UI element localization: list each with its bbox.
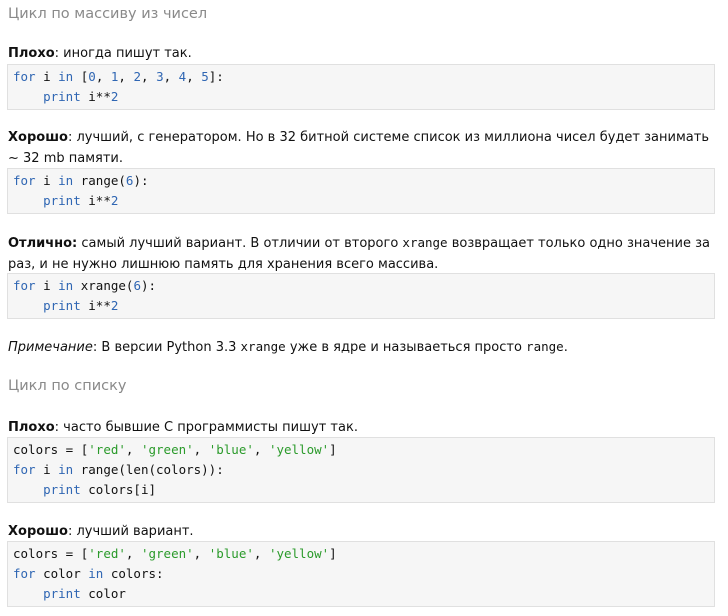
section-heading-number-loop: Цикл по массиву из чисел bbox=[8, 6, 208, 22]
code-block-3[interactable]: for i in xrange(6): print i**2 bbox=[7, 273, 715, 319]
paragraph-excellent: Отлично: самый лучший вариант. В отличии… bbox=[8, 235, 711, 272]
code-block-5[interactable]: colors = ['red', 'green', 'blue', 'yello… bbox=[7, 541, 715, 607]
paragraph-good-2: Хорошо: лучший вариант. bbox=[8, 521, 714, 542]
keyword: in bbox=[58, 173, 74, 188]
code-block-1[interactable]: for i in [0, 1, 2, 3, 4, 5]: print i**2 bbox=[7, 64, 715, 110]
inline-code: range bbox=[526, 339, 564, 354]
paragraph-text: : часто бывшие С программисты пишут так. bbox=[54, 420, 358, 435]
code-line: colors = ['red', 'green', 'blue', 'yello… bbox=[13, 442, 337, 457]
paragraph-note: Примечание: В версии Python 3.3 xrange у… bbox=[8, 339, 568, 355]
label-good: Хорошо bbox=[8, 524, 68, 539]
label-excellent: Отлично: bbox=[8, 236, 78, 251]
keyword: in bbox=[58, 69, 74, 84]
paragraph-text: : лучший, с генератором. Но в 32 битной … bbox=[8, 130, 709, 166]
keyword: for bbox=[13, 566, 36, 581]
paragraph-bad-1: Плохо: иногда пишут так. bbox=[8, 43, 714, 64]
inline-code: xrange bbox=[402, 235, 448, 250]
code-line: print i**2 bbox=[43, 298, 119, 313]
code-block-2[interactable]: for i in range(6): print i**2 bbox=[7, 168, 715, 214]
paragraph-bad-2: Плохо: часто бывшие С программисты пишут… bbox=[8, 417, 714, 438]
code-line: for i in range(6): bbox=[13, 173, 149, 188]
inline-code: xrange bbox=[240, 339, 286, 354]
code-line: for i in xrange(6): bbox=[13, 278, 157, 293]
code-line: print i**2 bbox=[43, 89, 119, 104]
section-heading-list-loop: Цикл по списку bbox=[8, 378, 127, 394]
label-good: Хорошо bbox=[8, 130, 68, 145]
keyword: print bbox=[43, 193, 81, 208]
page: Цикл по массиву из чисел Плохо: иногда п… bbox=[0, 0, 728, 616]
keyword: print bbox=[43, 89, 81, 104]
paragraph-text: : лучший вариант. bbox=[67, 524, 194, 539]
keyword: in bbox=[58, 278, 74, 293]
paragraph-good-1: Хорошо: лучший, с генератором. Но в 32 б… bbox=[8, 127, 714, 169]
code-block-4[interactable]: colors = ['red', 'green', 'blue', 'yello… bbox=[7, 437, 715, 503]
code-line: for color in colors: bbox=[13, 566, 164, 581]
label-bad: Плохо bbox=[8, 420, 55, 435]
paragraph-text: : иногда пишут так. bbox=[54, 46, 192, 61]
keyword: for bbox=[13, 278, 36, 293]
code-line: print i**2 bbox=[43, 193, 119, 208]
code-line: for i in [0, 1, 2, 3, 4, 5]: bbox=[13, 69, 224, 84]
keyword: in bbox=[88, 566, 104, 581]
keyword: in bbox=[58, 462, 74, 477]
label-bad: Плохо bbox=[8, 46, 55, 61]
keyword: print bbox=[43, 586, 81, 601]
label-note: Примечание bbox=[8, 340, 93, 355]
code-line: print color bbox=[43, 586, 126, 601]
keyword: for bbox=[13, 173, 36, 188]
code-line: print colors[i] bbox=[43, 482, 157, 497]
keyword: for bbox=[13, 69, 36, 84]
keyword: print bbox=[43, 482, 81, 497]
keyword: for bbox=[13, 462, 36, 477]
code-line: colors = ['red', 'green', 'blue', 'yello… bbox=[13, 546, 337, 561]
keyword: print bbox=[43, 298, 81, 313]
code-line: for i in range(len(colors)): bbox=[13, 462, 224, 477]
